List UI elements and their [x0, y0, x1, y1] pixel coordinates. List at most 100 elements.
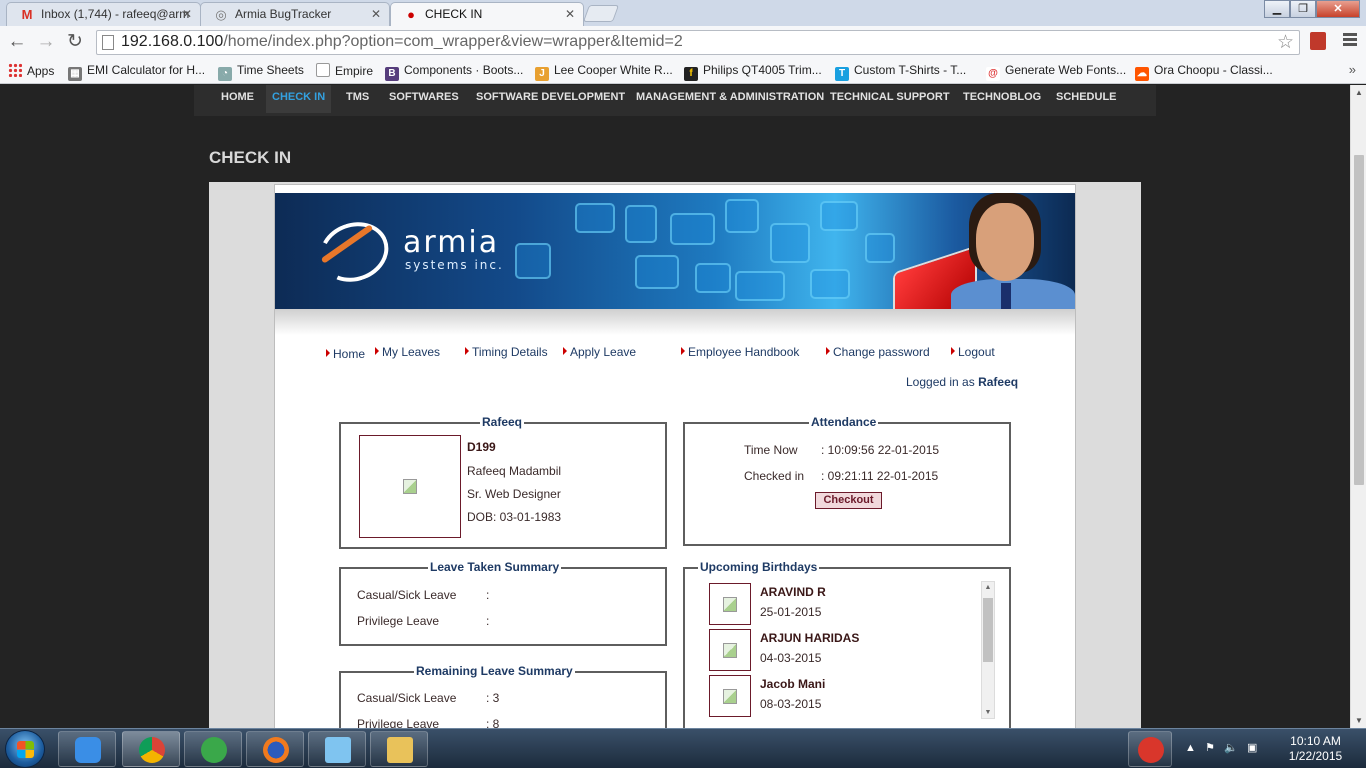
birthday-photo: [709, 583, 751, 625]
bookmark-time-sheets[interactable]: ◔ Time Sheets: [218, 63, 304, 81]
link-timing-details[interactable]: Timing Details: [465, 345, 548, 359]
scroll-down-icon[interactable]: ▼: [982, 709, 994, 716]
remaining-leave-legend: Remaining Leave Summary: [414, 664, 575, 678]
time-now-label: Time Now: [744, 443, 798, 457]
privilege-leave-label: Privilege Leave: [357, 614, 440, 628]
logged-in-status: Logged in as Rafeeq: [906, 375, 1019, 389]
scroll-thumb[interactable]: [1354, 155, 1364, 485]
page-icon: [102, 35, 114, 50]
nav-schedule[interactable]: SCHEDULE: [1050, 85, 1123, 113]
start-button[interactable]: [5, 730, 45, 768]
bookmark-ora-choopu[interactable]: ☁ Ora Choopu - Classi...: [1135, 63, 1273, 81]
close-tab-icon[interactable]: ✕: [565, 3, 575, 25]
tab-check-in[interactable]: ● CHECK IN ✕: [390, 2, 584, 26]
bookmark-custom-tshirts[interactable]: T Custom T-Shirts - T...: [835, 63, 966, 81]
employee-designation: Sr. Web Designer: [467, 487, 561, 501]
birthdays-fieldset: Upcoming Birthdays ARAVIND R 25-01-2015 …: [683, 560, 1011, 728]
page-scrollbar[interactable]: ▲ ▼: [1350, 85, 1366, 728]
reload-icon[interactable]: ↻: [64, 31, 86, 53]
birthday-photo: [709, 629, 751, 671]
flipkart-icon: f: [684, 67, 698, 81]
bookmark-empire[interactable]: Empire: [316, 63, 373, 78]
clock-time: 10:10 AM: [1290, 734, 1341, 748]
chrome-menu-icon[interactable]: [1343, 33, 1357, 48]
close-tab-icon[interactable]: ✕: [182, 3, 192, 25]
armia-logo-mark: [311, 212, 397, 292]
taskbar-app-red[interactable]: [1128, 731, 1172, 767]
link-apply-leave[interactable]: Apply Leave: [563, 345, 636, 359]
gtalk-icon: [75, 737, 101, 763]
volume-icon[interactable]: 🔈: [1224, 742, 1238, 754]
birthdays-legend: Upcoming Birthdays: [698, 560, 820, 574]
scroll-up-icon[interactable]: ▲: [1351, 88, 1366, 97]
banner-person-image: [951, 193, 1075, 309]
logged-in-user: Rafeeq: [978, 375, 1019, 389]
bookmark-apps[interactable]: Apps: [8, 63, 54, 78]
bookmark-emi-calculator[interactable]: ▦ EMI Calculator for H...: [68, 63, 205, 81]
nav-tms[interactable]: TMS: [340, 85, 375, 113]
attendance-legend: Attendance: [809, 415, 879, 429]
employee-name: Rafeeq Madambil: [467, 464, 562, 478]
minimize-button[interactable]: ▁: [1264, 0, 1290, 18]
nav-technical-support[interactable]: TECHNICAL SUPPORT: [824, 85, 956, 113]
bookmark-bootstrap[interactable]: B Components · Boots...: [385, 63, 523, 81]
tab-gmail[interactable]: M Inbox (1,744) - rafeeq@arm ✕: [6, 2, 201, 26]
scroll-up-icon[interactable]: ▲: [982, 584, 994, 591]
nav-check-in[interactable]: CHECK IN: [266, 85, 332, 113]
calculator-icon: ▦: [68, 67, 82, 81]
page-icon: [316, 63, 330, 77]
bookmark-web-fonts[interactable]: @ Generate Web Fonts...: [986, 63, 1126, 81]
birthdays-scrollbar[interactable]: ▲ ▼: [981, 581, 995, 719]
link-logout[interactable]: Logout: [951, 345, 995, 359]
at-icon: @: [986, 67, 1000, 81]
clock[interactable]: 10:10 AM 1/22/2015: [1278, 734, 1353, 764]
nav-software-development[interactable]: SOFTWARE DEVELOPMENT: [470, 85, 631, 113]
link-change-password[interactable]: Change password: [826, 345, 930, 359]
link-my-leaves[interactable]: My Leaves: [375, 345, 440, 359]
taskbar-gtalk[interactable]: [58, 731, 116, 767]
profile-legend: Rafeeq: [480, 415, 525, 429]
taskbar-dreamweaver[interactable]: [184, 731, 242, 767]
taskbar-explorer[interactable]: [370, 731, 428, 767]
forward-icon[interactable]: →: [35, 31, 57, 53]
action-center-icon[interactable]: ⚑: [1205, 742, 1215, 754]
new-tab-button[interactable]: [582, 5, 620, 22]
scroll-thumb[interactable]: [983, 598, 993, 662]
nav-technoblog[interactable]: TECHNOBLOG: [957, 85, 1047, 113]
more-bookmarks-icon[interactable]: »: [1349, 62, 1356, 77]
url-host: 192.168.0.100: [121, 33, 224, 50]
close-window-button[interactable]: ✕: [1316, 0, 1360, 18]
url-text[interactable]: 192.168.0.100/home/index.php?option=com_…: [121, 33, 683, 51]
address-bar[interactable]: 192.168.0.100/home/index.php?option=com_…: [96, 30, 1300, 55]
nav-softwares[interactable]: SOFTWARES: [383, 85, 465, 113]
bookmark-philips[interactable]: f Philips QT4005 Trim...: [684, 63, 822, 81]
tab-bugtracker[interactable]: ◎ Armia BugTracker ✕: [200, 2, 390, 26]
back-icon[interactable]: ←: [6, 31, 28, 53]
link-home[interactable]: Home: [326, 347, 365, 361]
maximize-button[interactable]: ❐: [1290, 0, 1316, 18]
taskbar-firefox[interactable]: [246, 731, 304, 767]
shop-icon: J: [535, 67, 549, 81]
scroll-down-icon[interactable]: ▼: [1351, 716, 1366, 725]
broken-image-icon: [723, 597, 737, 612]
birthday-name: ARJUN HARIDAS: [760, 631, 860, 645]
close-tab-icon[interactable]: ✕: [371, 3, 381, 25]
app-icon: [1138, 737, 1164, 763]
link-employee-handbook[interactable]: Employee Handbook: [681, 345, 799, 359]
nav-management-administration[interactable]: MANAGEMENT & ADMINISTRATION: [630, 85, 830, 113]
taskbar-chrome[interactable]: [122, 731, 180, 767]
profile-fieldset: Rafeeq D199 Rafeeq Madambil Sr. Web Desi…: [339, 415, 667, 549]
network-icon[interactable]: ▣: [1247, 742, 1257, 754]
bookmark-lee-cooper[interactable]: J Lee Cooper White R...: [535, 63, 673, 81]
taskbar-notepad[interactable]: [308, 731, 366, 767]
time-now-value: : 10:09:56 22-01-2015: [821, 443, 940, 457]
bookmark-star-icon[interactable]: ☆: [1277, 31, 1294, 54]
show-hidden-icons-icon[interactable]: ▲: [1185, 742, 1196, 754]
checkout-button[interactable]: Checkout: [815, 492, 882, 509]
bookmarks-bar: Apps ▦ EMI Calculator for H... ◔ Time Shee…: [0, 58, 1366, 84]
privilege-leave-remaining-value: : 8: [486, 717, 500, 728]
employee-dob: DOB: 03-01-1983: [467, 510, 562, 524]
extension-icon[interactable]: [1310, 32, 1326, 50]
nav-home[interactable]: HOME: [215, 85, 260, 113]
url-path: /home/index.php?option=com_wrapper&view=…: [223, 33, 683, 50]
